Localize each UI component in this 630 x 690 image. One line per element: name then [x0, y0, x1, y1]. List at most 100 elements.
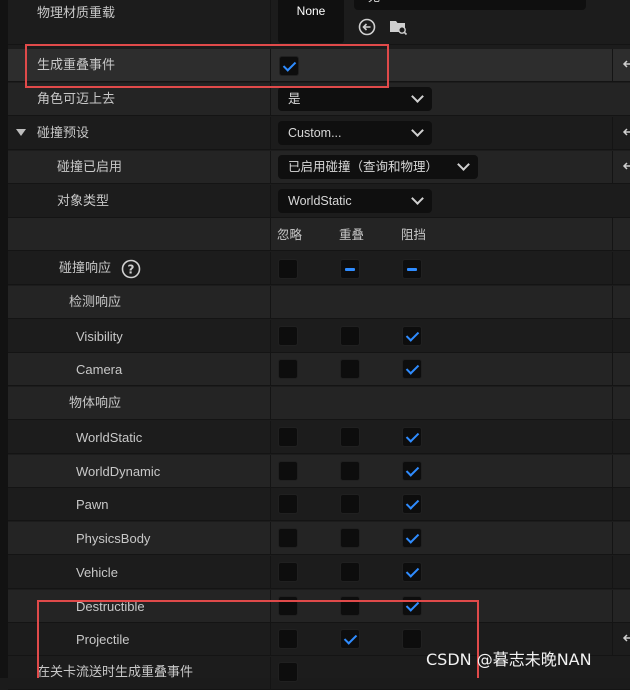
channel-row: Visibility [8, 320, 630, 353]
can-step-up-dropdown[interactable]: 是 [278, 87, 432, 111]
channel-name: PhysicsBody [76, 531, 151, 546]
overlap-checkbox[interactable] [340, 326, 360, 346]
use-selected-icon[interactable] [358, 18, 376, 36]
details-panel: 物理材质重载 None 无 生成重叠事件 角色可迈上去 [0, 0, 630, 690]
generate-overlap-label: 生成重叠事件 [37, 58, 116, 73]
channel-row: Vehicle [8, 556, 630, 589]
overlap-checkbox[interactable] [340, 596, 360, 616]
all-overlap-checkbox[interactable] [340, 259, 360, 279]
overlap-checkbox[interactable] [340, 528, 360, 548]
channel-name: WorldStatic [76, 430, 143, 445]
channel-name: Projectile [76, 632, 130, 647]
ignore-checkbox[interactable] [278, 359, 298, 379]
collision-preset-value: Custom... [288, 126, 342, 140]
collapse-triangle-icon[interactable] [16, 129, 26, 137]
ignore-checkbox[interactable] [278, 461, 298, 481]
object-type-dropdown[interactable]: WorldStatic [278, 189, 432, 213]
ignore-checkbox[interactable] [278, 629, 298, 649]
block-checkbox[interactable] [402, 461, 422, 481]
channel-name: Camera [76, 362, 123, 377]
all-block-checkbox[interactable] [402, 259, 422, 279]
channel-name: Pawn [76, 497, 109, 512]
row-collision-responses: 碰撞响应 ? [8, 252, 630, 285]
channel-name: Destructible [76, 599, 145, 614]
channel-row: PhysicsBody [8, 522, 630, 555]
channel-row: Camera [8, 353, 630, 386]
collision-responses-label: 碰撞响应 [59, 261, 112, 276]
overlap-checkbox[interactable] [340, 562, 360, 582]
reset-to-default-icon[interactable] [622, 160, 630, 176]
generate-overlap-checkbox[interactable] [279, 56, 299, 76]
overlap-checkbox[interactable] [340, 359, 360, 379]
watermark: CSDN @暮志未晚NAN [426, 650, 592, 669]
level-streaming-overlap-checkbox[interactable] [278, 662, 298, 682]
physics-material-value: None [296, 4, 326, 18]
channel-name: WorldDynamic [76, 464, 161, 479]
help-icon-glyph: ? [128, 263, 135, 277]
reset-to-default-icon[interactable] [622, 58, 630, 74]
collision-enabled-value: 已启用碰撞（查询和物理） [288, 159, 439, 174]
row-collision-preset: 碰撞预设 Custom... [8, 117, 630, 150]
can-step-up-label: 角色可迈上去 [37, 92, 116, 107]
chevron-down-icon [411, 90, 424, 103]
overlap-checkbox[interactable] [340, 427, 360, 447]
block-checkbox[interactable] [402, 528, 422, 548]
panel-gutter [0, 0, 8, 678]
reset-to-default-icon[interactable] [622, 632, 630, 648]
block-checkbox[interactable] [402, 562, 422, 582]
chevron-down-icon [457, 158, 470, 171]
ignore-checkbox[interactable] [278, 326, 298, 346]
overlap-checkbox[interactable] [340, 629, 360, 649]
ignore-checkbox[interactable] [278, 596, 298, 616]
channel-name: Visibility [76, 329, 123, 344]
block-checkbox[interactable] [402, 326, 422, 346]
trace-responses-label: 检测响应 [69, 295, 122, 310]
object-type-label: 对象类型 [57, 194, 110, 209]
browse-folder-icon[interactable] [388, 17, 408, 37]
block-checkbox[interactable] [402, 359, 422, 379]
channel-name: Vehicle [76, 565, 118, 580]
physics-override-label: 物理材质重载 [37, 6, 116, 21]
column-header-block: 阻挡 [401, 227, 427, 242]
row-trace-responses: 检测响应 [8, 286, 630, 319]
row-physics-override: 物理材质重载 None 无 [8, 0, 630, 45]
row-generate-overlap: 生成重叠事件 [8, 49, 630, 82]
reset-to-default-icon[interactable] [622, 126, 630, 142]
physics-material-combo-value: 无 [368, 0, 380, 5]
block-checkbox[interactable] [402, 427, 422, 447]
ignore-checkbox[interactable] [278, 494, 298, 514]
channel-row: WorldStatic [8, 421, 630, 454]
row-response-headers: 忽略 重叠 阻挡 [8, 218, 630, 251]
ignore-checkbox[interactable] [278, 528, 298, 548]
channel-row: WorldDynamic [8, 455, 630, 488]
column-header-overlap: 重叠 [339, 227, 365, 242]
can-step-up-value: 是 [288, 91, 301, 106]
column-header-ignore: 忽略 [277, 227, 303, 242]
object-type-value: WorldStatic [288, 194, 352, 208]
block-checkbox[interactable] [402, 494, 422, 514]
row-object-responses: 物体响应 [8, 387, 630, 420]
chevron-down-icon [411, 124, 424, 137]
collision-enabled-label: 碰撞已启用 [57, 160, 123, 175]
chevron-down-icon [411, 192, 424, 205]
channel-row: Pawn [8, 488, 630, 521]
row-can-step-up: 角色可迈上去 是 [8, 83, 630, 116]
collision-preset-label: 碰撞预设 [37, 126, 90, 141]
overlap-checkbox[interactable] [340, 494, 360, 514]
level-streaming-overlap-label: 在关卡流送时生成重叠事件 [37, 665, 194, 680]
help-icon[interactable]: ? [121, 259, 141, 279]
block-checkbox[interactable] [402, 596, 422, 616]
row-collision-enabled: 碰撞已启用 已启用碰撞（查询和物理） [8, 151, 630, 184]
block-checkbox[interactable] [402, 629, 422, 649]
all-ignore-checkbox[interactable] [278, 259, 298, 279]
object-responses-label: 物体响应 [69, 396, 122, 411]
collision-enabled-dropdown[interactable]: 已启用碰撞（查询和物理） [278, 155, 478, 179]
ignore-checkbox[interactable] [278, 562, 298, 582]
physics-material-combo[interactable]: 无 [354, 0, 586, 10]
row-object-type: 对象类型 WorldStatic [8, 185, 630, 218]
channel-row: Destructible [8, 590, 630, 623]
overlap-checkbox[interactable] [340, 461, 360, 481]
ignore-checkbox[interactable] [278, 427, 298, 447]
collision-preset-dropdown[interactable]: Custom... [278, 121, 432, 145]
physics-material-thumbnail[interactable]: None [278, 0, 344, 43]
